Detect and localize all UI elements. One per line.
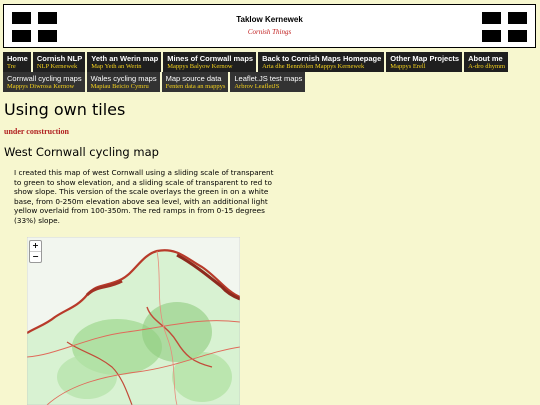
map-tiles — [27, 237, 240, 405]
nav-item-leaflet-tests[interactable]: Leaflet.JS test maps Arbrov LeafletJS — [230, 72, 306, 92]
nav-sub: Mappys Erell — [390, 63, 426, 70]
nav-label: Yeth an Werin map — [91, 54, 159, 63]
nav-sub: Arbrov LeafletJS — [234, 83, 280, 90]
nav-item-cornish-maps-home[interactable]: Back to Cornish Maps Homepage Arta dhe Be… — [258, 52, 385, 72]
high-ground — [172, 352, 232, 402]
nav-label: Other Map Projects — [390, 54, 460, 63]
nav-label: Mines of Cornwall maps — [167, 54, 254, 63]
main-nav: Home Tre Cornish NLP NLP Kernewek Yeth an … — [3, 52, 509, 72]
zoom-in-button[interactable]: + — [30, 241, 41, 251]
nav-label: Back to Cornish Maps Homepage — [262, 54, 382, 63]
nav-label: Cornish NLP — [36, 54, 83, 63]
nav-item-mines-maps[interactable]: Mines of Cornwall maps Mappys Balyow Kern… — [163, 52, 257, 72]
nav-item-map-source-data[interactable]: Map source data Fenten data an mappys — [161, 72, 229, 92]
page-title: Using own tiles — [4, 100, 126, 119]
nav-label: Leaflet.JS test maps — [234, 74, 303, 83]
sub-nav: Cornwall cycling maps Mappys Diwrosa Kern… — [3, 72, 306, 92]
nav-sub: Mappys Balyow Kernow — [167, 63, 233, 70]
nav-item-home[interactable]: Home Tre — [3, 52, 31, 72]
nav-sub: Arta dhe Bennfolen Mappys Kernewek — [262, 63, 365, 70]
nav-item-other-projects[interactable]: Other Map Projects Mappys Erell — [386, 52, 463, 72]
section-title: West Cornwall cycling map — [4, 145, 159, 159]
nav-item-cornish-nlp[interactable]: Cornish NLP NLP Kernewek — [32, 52, 86, 72]
nav-label: Wales cycling maps — [90, 74, 157, 83]
zoom-control: + − — [29, 240, 42, 263]
site-subtitle: Cornish Things — [247, 28, 292, 36]
nav-label: Home — [7, 54, 28, 63]
site-title: Taklow Kernewek — [236, 15, 303, 24]
zoom-out-button[interactable]: − — [30, 251, 41, 262]
map-view[interactable] — [27, 237, 240, 405]
nav-sub: Fenten data an mappys — [165, 83, 226, 90]
map-description: I created this map of west Cornwall usin… — [14, 168, 274, 225]
nav-label: Map source data — [165, 74, 222, 83]
nav-sub: A-dro dhymm — [468, 63, 506, 70]
nav-item-cornwall-cycling[interactable]: Cornwall cycling maps Mappys Diwrosa Kern… — [3, 72, 85, 92]
nav-item-wales-cycling[interactable]: Wales cycling maps Mapiau Beicio Cymru — [86, 72, 160, 92]
nav-item-about[interactable]: About me A-dro dhymm — [464, 52, 509, 72]
nav-sub: Map Yeth an Werin — [91, 63, 142, 70]
site-header: Taklow Kernewek Cornish Things — [3, 4, 536, 48]
cornish-flag-icon — [482, 12, 527, 42]
nav-sub: NLP Kernewek — [36, 63, 78, 70]
nav-sub: Mappys Diwrosa Kernow — [7, 83, 75, 90]
nav-item-yeth-an-werin[interactable]: Yeth an Werin map Map Yeth an Werin — [87, 52, 162, 72]
nav-sub: Tre — [7, 63, 16, 70]
status-text: under construction — [4, 127, 69, 136]
nav-label: About me — [468, 54, 503, 63]
nav-label: Cornwall cycling maps — [7, 74, 82, 83]
nav-sub: Mapiau Beicio Cymru — [90, 83, 149, 90]
